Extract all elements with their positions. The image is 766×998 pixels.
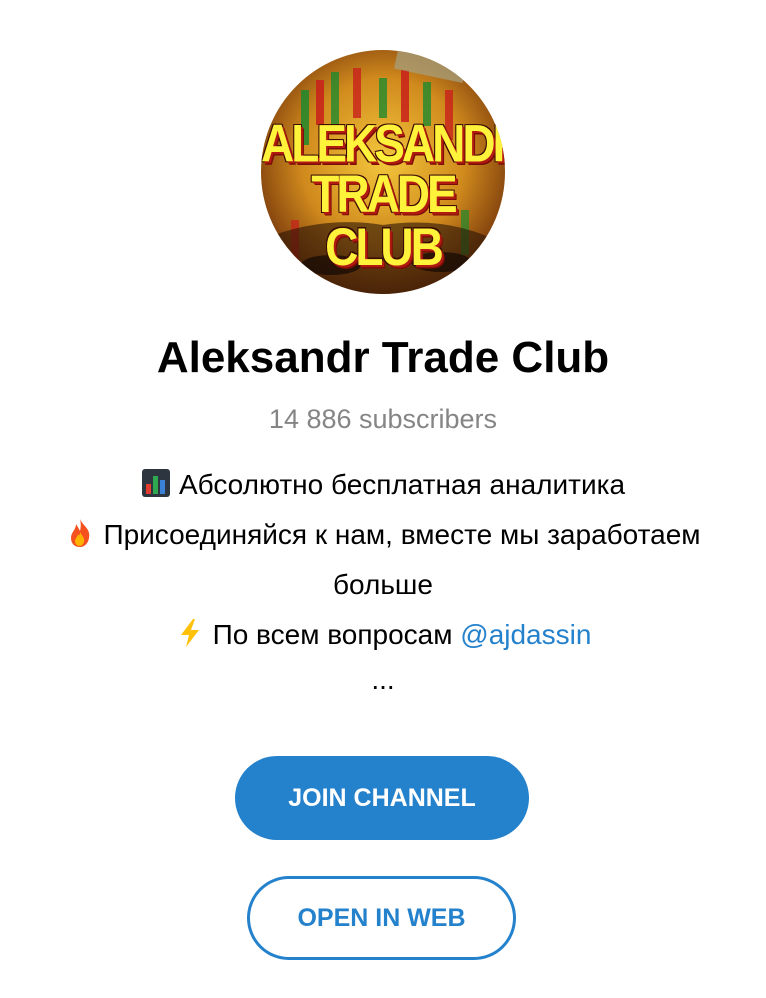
description-line-1-text: Абсолютно бесплатная аналитика (178, 469, 626, 500)
lightning-emoji-icon (180, 619, 199, 647)
description-line-4: По всем вопросам @ajdassin (0, 610, 766, 660)
description-line-4-text: По всем вопросам (212, 619, 461, 650)
channel-title: Aleksandr Trade Club (156, 333, 610, 382)
fire-emoji-icon (71, 519, 90, 547)
avatar-logo-text-line2: TRADE CLUB (311, 163, 457, 277)
channel-preview-page: ALEKSANDR TRADE CLUB Aleksandr Trade Clu… (0, 0, 766, 998)
subscriber-count: 14 886 subscribers (268, 404, 498, 434)
open-in-web-button[interactable]: OPEN IN WEB (247, 876, 516, 960)
avatar-logo-text-line1: ALEKSANDR (261, 113, 505, 173)
description-line-2: Присоединяйся к нам, вместе мы заработае… (0, 510, 766, 560)
description-line-2-text: Присоединяйся к нам, вместе мы заработае… (103, 519, 701, 550)
description-ellipsis[interactable]: ... (0, 660, 766, 700)
mention-link[interactable]: @ajdassin (460, 619, 591, 650)
channel-description: Абсолютно бесплатная аналитика Присоедин… (0, 460, 766, 700)
bar-chart-emoji-icon (141, 469, 170, 497)
channel-avatar: ALEKSANDR TRADE CLUB (261, 50, 505, 294)
join-channel-button[interactable]: JOIN CHANNEL (235, 756, 529, 840)
description-line-1: Абсолютно бесплатная аналитика (0, 460, 766, 510)
description-line-3: больше (333, 569, 433, 600)
